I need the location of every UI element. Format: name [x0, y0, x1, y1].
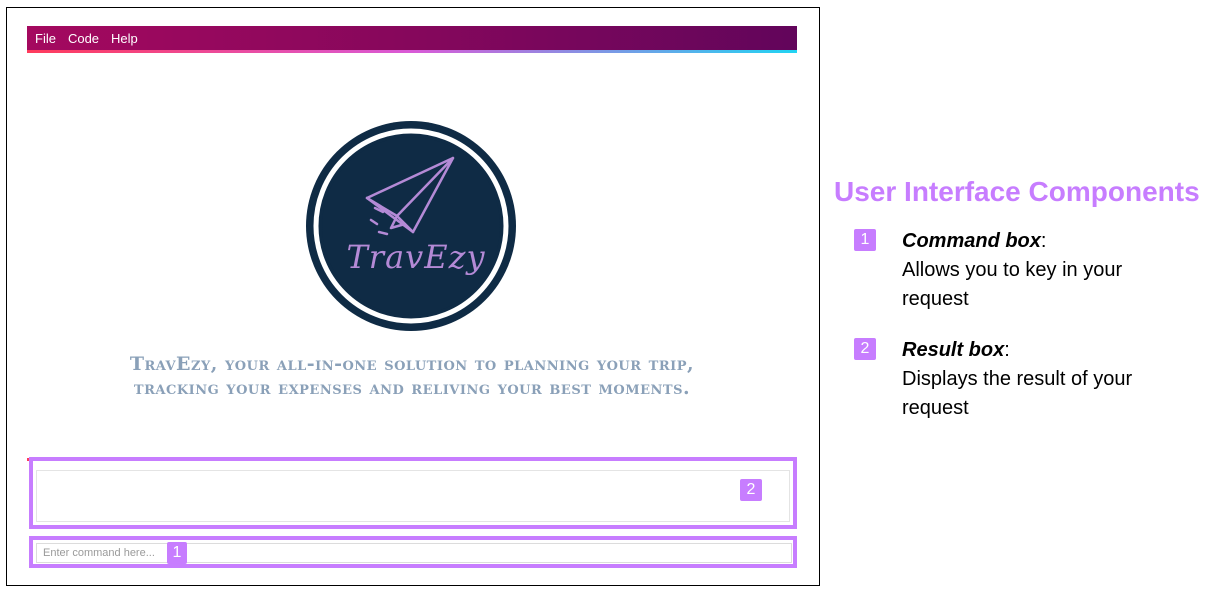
- result-box: 2: [29, 457, 797, 529]
- legend-desc-1b: request: [902, 288, 969, 310]
- travezy-logo: TravEzy: [305, 120, 517, 332]
- legend-text-1: Command box: Allows you to key in your r…: [902, 227, 1202, 314]
- result-box-badge: 2: [740, 479, 762, 501]
- menu-code[interactable]: Code: [68, 31, 99, 46]
- welcome-panel: TravEzy TravEzy, your all-in-one solutio…: [27, 56, 797, 458]
- app-window: File Code Help TravEzy TravEzy, your all…: [6, 7, 820, 586]
- command-box: 1: [29, 536, 797, 568]
- legend-colon-2: :: [1004, 339, 1010, 361]
- command-input[interactable]: [36, 543, 792, 563]
- legend-colon-1: :: [1040, 230, 1047, 252]
- menu-file[interactable]: File: [35, 31, 56, 46]
- tagline-line-2: tracking your expenses and reliving your…: [133, 377, 691, 399]
- legend-name-1: Command box: [902, 230, 1041, 252]
- legend-desc-2a: Displays the result of your: [902, 368, 1133, 390]
- tagline-line-1: TravEzy, your all-in-one solution to pla…: [129, 353, 695, 375]
- legend-badge-1: 1: [854, 229, 876, 251]
- menu-divider: [27, 50, 797, 53]
- legend-desc-1a: Allows you to key in your: [902, 259, 1123, 281]
- menu-bar: File Code Help: [27, 26, 797, 50]
- legend-badge-2: 2: [854, 338, 876, 360]
- logo-graphic: [306, 121, 516, 331]
- legend-name-2: Result box: [902, 339, 1005, 361]
- command-box-badge: 1: [167, 542, 187, 564]
- menu-help[interactable]: Help: [111, 31, 138, 46]
- logo-text: TravEzy: [346, 238, 486, 276]
- legend-text-2: Result box: Displays the result of your …: [902, 336, 1202, 423]
- side-panel-title: User Interface Components: [834, 176, 1200, 207]
- result-display: [36, 470, 790, 522]
- legend-desc-2b: request: [902, 397, 969, 419]
- app-tagline: TravEzy, your all-in-one solution to pla…: [67, 352, 757, 400]
